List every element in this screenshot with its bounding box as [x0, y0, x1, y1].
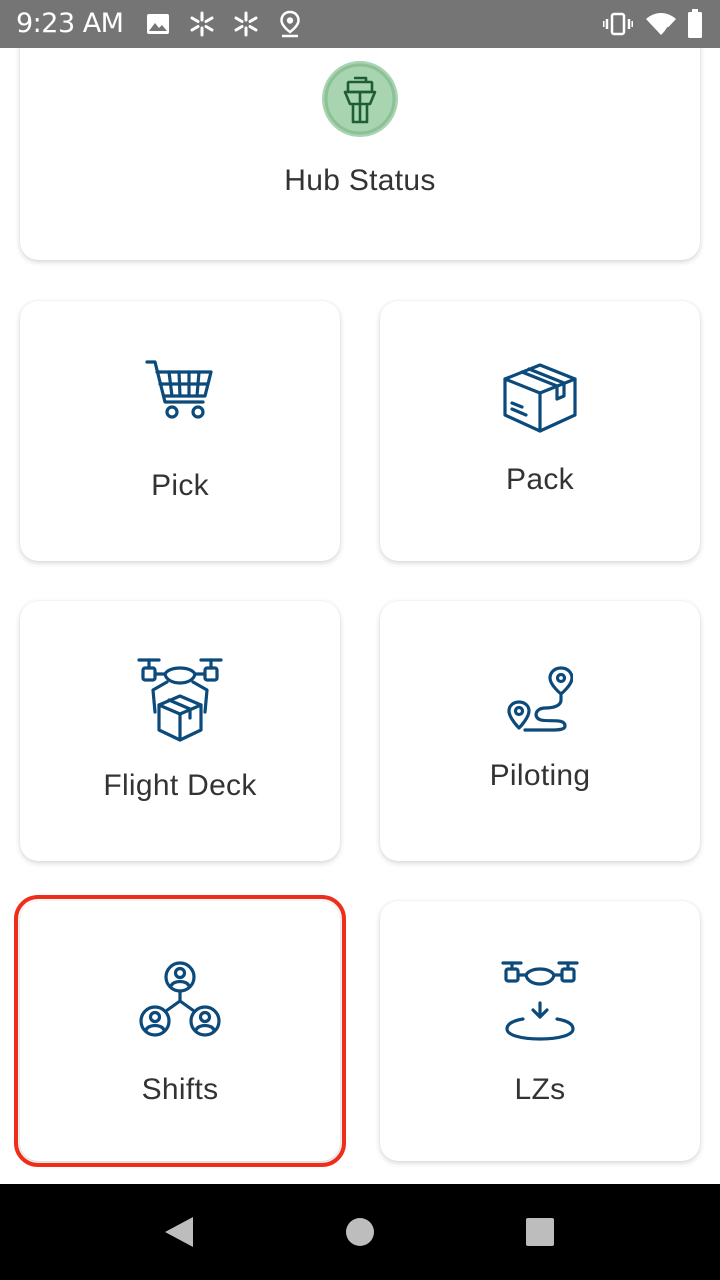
back-icon[interactable] [163, 1215, 195, 1254]
home-tiles-grid: Hub Status Pick Pack Flight Deck Pilotin… [0, 48, 720, 1184]
hub-status-label: Hub Status [284, 164, 436, 197]
lzs-tile[interactable]: LZs [380, 901, 700, 1161]
vibrate-icon [602, 12, 634, 41]
pick-label: Pick [151, 469, 209, 502]
battery-icon [687, 9, 703, 44]
location-icon [279, 10, 301, 43]
shopping-cart-icon [145, 358, 215, 427]
recents-icon[interactable] [525, 1217, 555, 1252]
system-nav-bar [0, 1184, 720, 1280]
control-tower-icon [321, 60, 399, 143]
status-bar: 9:23 AM 4 [0, 0, 720, 48]
walmart-spark-icon [189, 11, 215, 42]
piloting-label: Piloting [489, 759, 591, 792]
pack-label: Pack [506, 463, 574, 496]
drone-landing-icon [501, 959, 579, 1046]
pick-tile[interactable]: Pick [20, 301, 340, 561]
shifts-tile[interactable]: Shifts [14, 895, 346, 1167]
pack-tile[interactable]: Pack [380, 301, 700, 561]
shifts-label: Shifts [141, 1073, 219, 1106]
package-box-icon [502, 363, 578, 440]
flight-deck-tile[interactable]: Flight Deck [20, 601, 340, 861]
svg-text:4: 4 [664, 26, 671, 36]
piloting-tile[interactable]: Piloting [380, 601, 700, 861]
team-icon [139, 961, 221, 1044]
image-icon [146, 13, 170, 40]
walmart-spark-icon [233, 11, 259, 42]
flight-deck-label: Flight Deck [103, 769, 257, 802]
wifi-icon: 4 [645, 12, 677, 41]
route-icon [507, 666, 574, 737]
status-time: 9:23 AM [16, 8, 124, 39]
drone-package-icon [137, 656, 223, 749]
home-icon[interactable] [345, 1217, 375, 1252]
lzs-label: LZs [514, 1073, 566, 1106]
hub-status-tile[interactable]: Hub Status [20, 48, 700, 260]
